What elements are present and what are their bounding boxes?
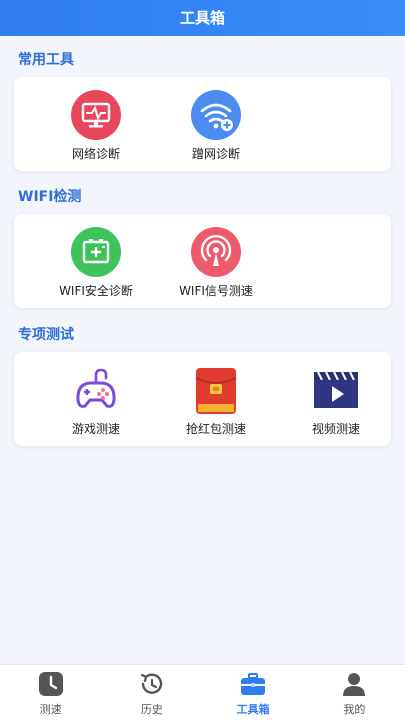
tool-label: 抢红包测速	[185, 422, 246, 436]
history-icon	[140, 673, 162, 694]
tab-label: 历史	[140, 703, 163, 716]
tool-network-diagnosis[interactable]: 网络诊断	[41, 77, 151, 171]
tool-game-speed[interactable]: 游戏测速	[41, 352, 151, 446]
tab-toolbox[interactable]: 工具箱	[203, 665, 304, 720]
red-envelope-icon	[195, 368, 237, 414]
gamepad-icon	[76, 368, 116, 408]
page-title: 工具箱	[179, 9, 225, 27]
section-title-common-tools: 常用工具	[18, 52, 74, 68]
section-title-special-tests: 专项测试	[18, 327, 74, 343]
tool-red-envelope-speed[interactable]: 抢红包测速	[161, 352, 271, 446]
monitor-pulse-icon	[71, 90, 121, 140]
wifi-plus-icon	[191, 90, 241, 140]
speed-clock-icon	[38, 672, 63, 696]
video-clapper-icon	[314, 371, 358, 408]
tool-label: WIFI安全诊断	[59, 284, 133, 298]
tab-label: 工具箱	[236, 703, 270, 716]
tool-label: 视频测速	[311, 422, 360, 436]
section-title-wifi-detect: WIFI检测	[18, 189, 82, 205]
tool-label: 蹭网诊断	[191, 147, 240, 161]
tab-speed-test[interactable]: 测速	[0, 665, 101, 720]
tool-wifi-security[interactable]: WIFI安全诊断	[41, 214, 151, 308]
tool-wifi-signal-speed[interactable]: WIFI信号测速	[161, 214, 271, 308]
tool-label: 网络诊断	[71, 147, 120, 161]
tab-profile[interactable]: 我的	[304, 665, 405, 720]
tool-label: 游戏测速	[71, 422, 120, 436]
signal-tower-icon	[191, 227, 241, 277]
tab-history[interactable]: 历史	[101, 665, 202, 720]
tool-label: WIFI信号测速	[179, 284, 253, 298]
toolbox-icon	[241, 673, 266, 695]
card-common-tools: 网络诊断 蹭网诊断	[14, 77, 391, 171]
card-wifi-detect: WIFI安全诊断 WIFI信号测速	[14, 214, 391, 308]
tool-leech-diagnosis[interactable]: 蹭网诊断	[161, 77, 271, 171]
tool-video-speed[interactable]: 视频测速	[281, 352, 391, 446]
page-header: 工具箱	[0, 0, 405, 36]
battery-shield-icon	[71, 227, 121, 277]
bottom-tab-bar: 测速 历史 工具箱 我的	[0, 664, 405, 720]
tab-label: 我的	[343, 703, 366, 716]
card-special-tests: 游戏测速 抢红包测速 视频测速	[14, 352, 391, 446]
profile-icon	[343, 673, 366, 696]
tab-label: 测速	[39, 703, 62, 716]
